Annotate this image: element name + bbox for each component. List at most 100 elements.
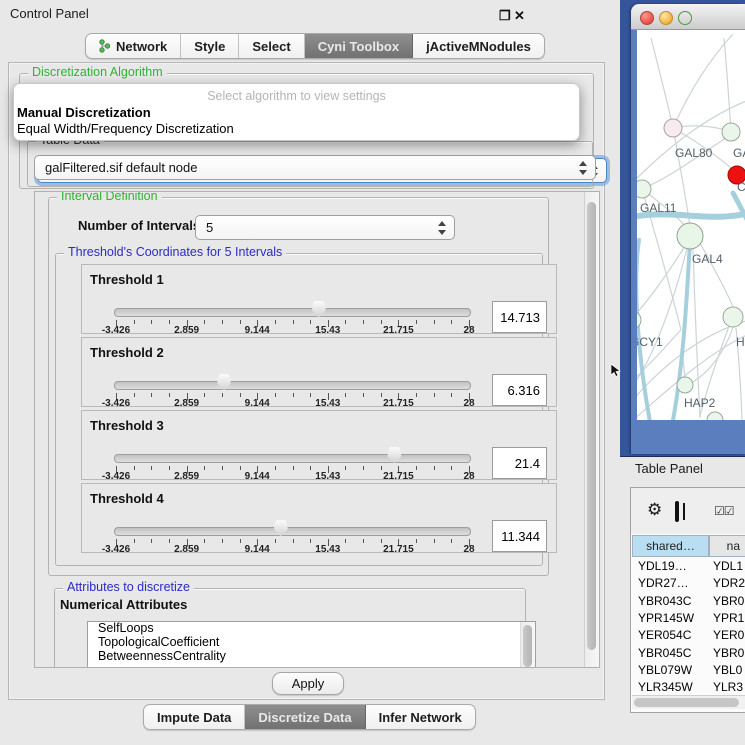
tick-label: 9.144 — [229, 471, 285, 482]
tick-mark — [240, 539, 241, 543]
tick-mark — [275, 539, 276, 543]
stepper-icon — [578, 161, 587, 175]
tick-mark — [310, 393, 311, 397]
table-row[interactable]: YDR27…YDR2 — [632, 576, 745, 593]
tick-mark — [345, 393, 346, 397]
tick-mark — [451, 539, 452, 543]
network-node[interactable] — [637, 180, 651, 198]
close-traffic-light-icon[interactable] — [640, 11, 654, 25]
cell-shared-name: YER054C — [632, 628, 710, 645]
tick-mark — [434, 539, 435, 543]
tick-mark — [345, 539, 346, 543]
attributes-group: Attributes to discretize Numerical Attri… — [54, 588, 526, 668]
attribute-list-item[interactable]: TopologicalCoefficient — [88, 636, 535, 650]
tab-style[interactable]: Style — [181, 34, 239, 58]
table-row[interactable]: YBR043CYBR0 — [632, 594, 745, 611]
table-data-combo[interactable]: galFiltered.sif default node — [34, 155, 596, 180]
list-scrollbar-thumb[interactable] — [523, 625, 532, 667]
hscrollbar-thumb[interactable] — [634, 698, 739, 707]
tab-impute-data[interactable]: Impute Data — [144, 705, 245, 729]
tick-mark — [293, 393, 294, 397]
column-header-name[interactable]: na — [709, 535, 745, 557]
tab-select[interactable]: Select — [239, 34, 304, 58]
tick-mark — [363, 320, 364, 324]
zoom-traffic-light-icon[interactable] — [678, 11, 692, 25]
attributes-group-title: Attributes to discretize — [63, 580, 194, 594]
desktop-background: GAL80GACGAL11GAL4GCY1HHAP2 — [620, 0, 745, 457]
node-label: GAL11 — [640, 201, 677, 215]
threshold-value-field[interactable]: 11.344 — [492, 520, 547, 552]
attribute-list-item[interactable]: SelfLoops — [88, 622, 535, 636]
horizontal-scrollbar[interactable] — [632, 695, 745, 709]
tab-label: Infer Network — [379, 710, 462, 725]
network-canvas[interactable]: GAL80GACGAL11GAL4GCY1HHAP2 — [637, 30, 745, 420]
table-row[interactable]: YER054CYER0 — [632, 628, 745, 645]
attribute-list-item[interactable]: BetweennessCentrality — [88, 650, 535, 664]
tab-jactivemnodules[interactable]: jActiveMNodules — [413, 34, 544, 58]
scrollbar-thumb[interactable] — [587, 202, 596, 650]
threshold-value-field[interactable]: 21.4 — [492, 447, 547, 479]
numerical-attributes-label: Numerical Attributes — [60, 597, 187, 612]
interval-definition-title: Interval Definition — [57, 191, 162, 203]
tab-infer-network[interactable]: Infer Network — [366, 705, 475, 729]
tick-mark — [222, 466, 223, 470]
apply-button[interactable]: Apply — [272, 672, 344, 695]
minimize-traffic-light-icon[interactable] — [659, 11, 673, 25]
tab-discretize-data[interactable]: Discretize Data — [245, 705, 365, 729]
numerical-attributes-list[interactable]: SelfLoopsTopologicalCoefficientBetweenne… — [87, 621, 536, 668]
slider-track[interactable] — [114, 454, 471, 463]
tick-mark — [204, 320, 205, 324]
network-node[interactable] — [677, 223, 703, 249]
tick-mark — [451, 466, 452, 470]
tick-label: 21.715 — [370, 325, 426, 336]
network-node[interactable] — [722, 123, 740, 141]
intervals-combo[interactable]: 5 — [195, 215, 455, 240]
network-node[interactable] — [677, 377, 693, 393]
tick-mark — [381, 539, 382, 543]
tick-label: 2.859 — [159, 544, 215, 555]
tick-mark — [204, 539, 205, 543]
intervals-label: Number of Intervals — [78, 218, 200, 233]
menu-item-equal-width-discretization[interactable]: Equal Width/Frequency Discretization — [17, 121, 234, 136]
tick-mark — [434, 320, 435, 324]
menu-item-manual-discretization[interactable]: Manual Discretization — [17, 105, 151, 120]
columns-icon[interactable] — [675, 501, 679, 522]
cell-shared-name: YBR045C — [632, 646, 710, 663]
network-node[interactable] — [664, 119, 682, 137]
tick-label: 28 — [441, 325, 497, 336]
tick-mark — [134, 320, 135, 324]
network-node[interactable] — [637, 311, 641, 329]
close-icon[interactable]: ✕ — [514, 8, 525, 24]
cell-shared-name: YDL19… — [632, 559, 710, 576]
tab-label: Cyni Toolbox — [318, 39, 399, 54]
threshold-value-field[interactable]: 14.713 — [492, 301, 547, 333]
tick-mark — [275, 466, 276, 470]
network-node[interactable] — [723, 307, 743, 327]
table-row[interactable]: YBR045CYBR0 — [632, 646, 745, 663]
tick-label: -3.426 — [88, 544, 144, 555]
table-row[interactable]: YBL079WYBL0 — [632, 663, 745, 680]
bottom-tab-bar: Impute DataDiscretize Data Infer Network — [143, 704, 476, 730]
tick-mark — [293, 466, 294, 470]
table-row[interactable]: YDL19…YDL1 — [632, 559, 745, 576]
node-label: C — [737, 180, 745, 194]
float-window-icon[interactable]: ❐ — [499, 8, 511, 24]
cell-shared-name: YDR27… — [632, 576, 710, 593]
vertical-scrollbar[interactable] — [584, 192, 599, 667]
slider-track[interactable] — [114, 308, 471, 317]
tick-mark — [240, 320, 241, 324]
tab-network[interactable]: Network — [86, 34, 181, 58]
threshold-value-field[interactable]: 6.316 — [492, 374, 547, 406]
select-columns-checkboxes-icon[interactable]: ☑☑ — [714, 504, 734, 518]
tick-mark — [363, 539, 364, 543]
column-header-shared[interactable]: shared… — [632, 535, 709, 557]
network-view-window: GAL80GACGAL11GAL4GCY1HHAP2 — [631, 4, 745, 454]
tick-mark — [134, 466, 135, 470]
tick-mark — [345, 466, 346, 470]
gear-icon[interactable]: ⚙ — [647, 500, 662, 520]
slider-track[interactable] — [114, 381, 471, 390]
slider-track[interactable] — [114, 527, 471, 536]
table-row[interactable]: YPR145WYPR1 — [632, 611, 745, 628]
network-node[interactable] — [707, 412, 723, 420]
tab-cyni-toolbox[interactable]: Cyni Toolbox — [305, 34, 413, 58]
